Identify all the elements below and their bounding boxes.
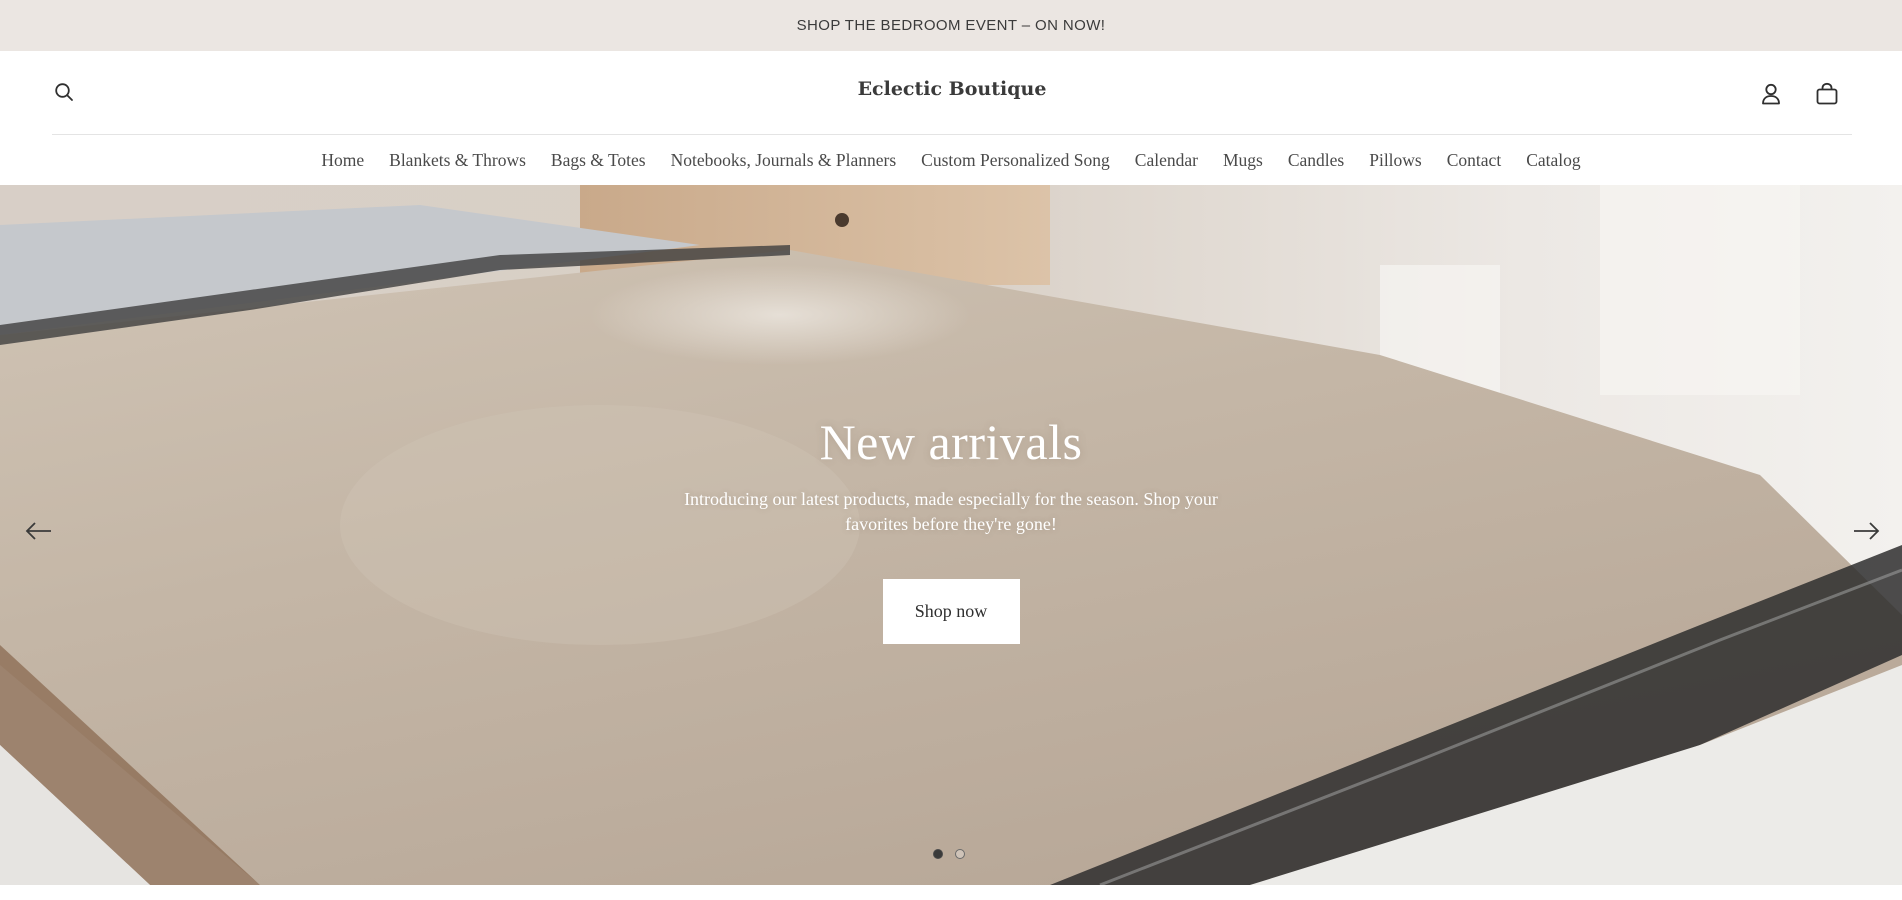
account-icon (1762, 83, 1780, 105)
nav-item-notebooks-journals-planners[interactable]: Notebooks, Journals & Planners (671, 150, 897, 171)
nav-item-custom-personalized-song[interactable]: Custom Personalized Song (921, 150, 1110, 171)
hero-slideshow: New arrivals Introducing our latest prod… (0, 185, 1902, 885)
next-slide-button[interactable] (1849, 514, 1883, 548)
announcement-text[interactable]: SHOP THE BEDROOM EVENT – ON NOW! (797, 17, 1106, 34)
site-header: Eclectic Boutique Home Blankets & Throws… (0, 51, 1902, 185)
slide-dot-1[interactable] (933, 849, 943, 859)
header-top: Eclectic Boutique (52, 51, 1852, 135)
nav-item-calendar[interactable]: Calendar (1135, 150, 1198, 171)
cart-button[interactable] (1812, 79, 1842, 109)
nav-item-home[interactable]: Home (321, 150, 364, 171)
slide-dot-2[interactable] (955, 849, 965, 859)
account-button[interactable] (1757, 80, 1785, 108)
hero-title: New arrivals (819, 414, 1083, 470)
previous-slide-button[interactable] (22, 514, 56, 548)
shop-now-button[interactable]: Shop now (882, 579, 1020, 644)
cart-icon (1816, 82, 1838, 105)
nav-item-catalog[interactable]: Catalog (1526, 150, 1580, 171)
nav-item-bags-totes[interactable]: Bags & Totes (551, 150, 646, 171)
search-icon (55, 83, 73, 101)
announcement-bar: SHOP THE BEDROOM EVENT – ON NOW! (0, 0, 1902, 51)
nav-item-blankets-throws[interactable]: Blankets & Throws (389, 150, 526, 171)
arrow-left-icon (25, 522, 51, 540)
nav-item-pillows[interactable]: Pillows (1369, 150, 1422, 171)
search-button[interactable] (52, 80, 76, 104)
hero-subtitle: Introducing our latest products, made es… (684, 489, 1218, 534)
nav-item-contact[interactable]: Contact (1447, 150, 1501, 171)
hero-content: New arrivals Introducing our latest prod… (651, 413, 1251, 644)
slide-indicators (933, 849, 965, 859)
nav-item-mugs[interactable]: Mugs (1223, 150, 1263, 171)
arrow-right-icon (1854, 522, 1880, 540)
nav-item-candles[interactable]: Candles (1288, 150, 1344, 171)
main-navigation: Home Blankets & Throws Bags & Totes Note… (0, 135, 1902, 185)
brand-logo[interactable]: Eclectic Boutique (832, 78, 1072, 100)
